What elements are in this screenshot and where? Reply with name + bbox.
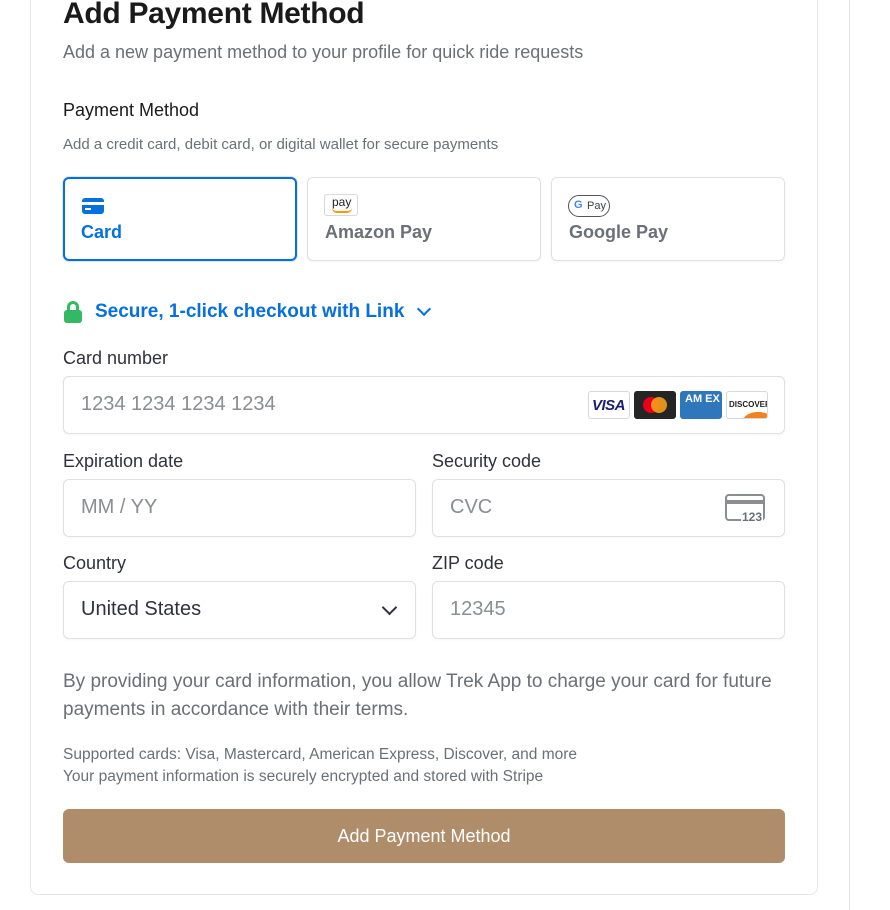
amazon-pay-icon: pay	[324, 194, 358, 216]
security-note: Your payment information is securely enc…	[63, 768, 544, 785]
tab-card-label: Card	[81, 222, 123, 242]
expiration-date-placeholder: MM / YY	[81, 496, 158, 518]
visa-icon: VISA	[588, 391, 630, 419]
google-pay-icon: G Pay	[568, 195, 610, 217]
zip-code-input[interactable]: 12345	[432, 581, 785, 639]
tab-amazon-pay[interactable]: pay Amazon Pay	[307, 177, 541, 261]
tab-card[interactable]: Card	[63, 177, 297, 261]
credit-card-icon	[82, 198, 104, 214]
card-number-label: Card number	[63, 348, 169, 368]
terms-text: By providing your card information, you …	[63, 671, 772, 720]
zip-code-label: ZIP code	[432, 553, 504, 573]
tab-amazon-pay-label: Amazon Pay	[325, 222, 433, 242]
card-number-placeholder: 1234 1234 1234 1234	[81, 393, 276, 415]
country-label: Country	[63, 553, 127, 573]
expiration-date-label: Expiration date	[63, 451, 184, 471]
add-payment-method-button[interactable]: Add Payment Method	[63, 809, 785, 863]
discover-icon: DISCOVER	[726, 391, 768, 419]
expiration-date-input[interactable]: MM / YY	[63, 479, 416, 537]
card-number-input[interactable]: 1234 1234 1234 1234 VISA AM EX DISCOVER	[63, 376, 785, 434]
country-select[interactable]: United States	[63, 581, 416, 639]
chevron-down-icon	[381, 599, 398, 616]
chevron-down-icon	[417, 301, 432, 317]
zip-code-placeholder: 12345	[450, 598, 506, 620]
tab-google-pay[interactable]: G Pay Google Pay	[551, 177, 785, 261]
link-checkout-label: Secure, 1-click checkout with Link	[95, 301, 405, 322]
lock-icon	[63, 300, 83, 324]
country-value: United States	[81, 598, 202, 620]
security-code-input[interactable]: CVC 123	[432, 479, 785, 537]
page-title: Add Payment Method	[63, 0, 365, 30]
page-subtitle: Add a new payment method to your profile…	[63, 42, 584, 62]
security-code-label: Security code	[432, 451, 542, 471]
payment-method-heading: Payment Method	[63, 100, 200, 120]
mastercard-icon	[634, 391, 676, 419]
tab-google-pay-label: Google Pay	[569, 222, 669, 242]
amex-icon: AM EX	[680, 391, 722, 419]
link-checkout-toggle[interactable]: Secure, 1-click checkout with Link	[63, 298, 432, 326]
cvc-card-icon: 123	[725, 494, 767, 524]
card-brand-logos: VISA AM EX DISCOVER	[588, 391, 768, 419]
page-divider	[849, 0, 850, 910]
security-code-placeholder: CVC	[450, 496, 493, 518]
payment-method-description: Add a credit card, debit card, or digita…	[63, 136, 499, 153]
supported-cards-note: Supported cards: Visa, Mastercard, Ameri…	[63, 746, 578, 763]
